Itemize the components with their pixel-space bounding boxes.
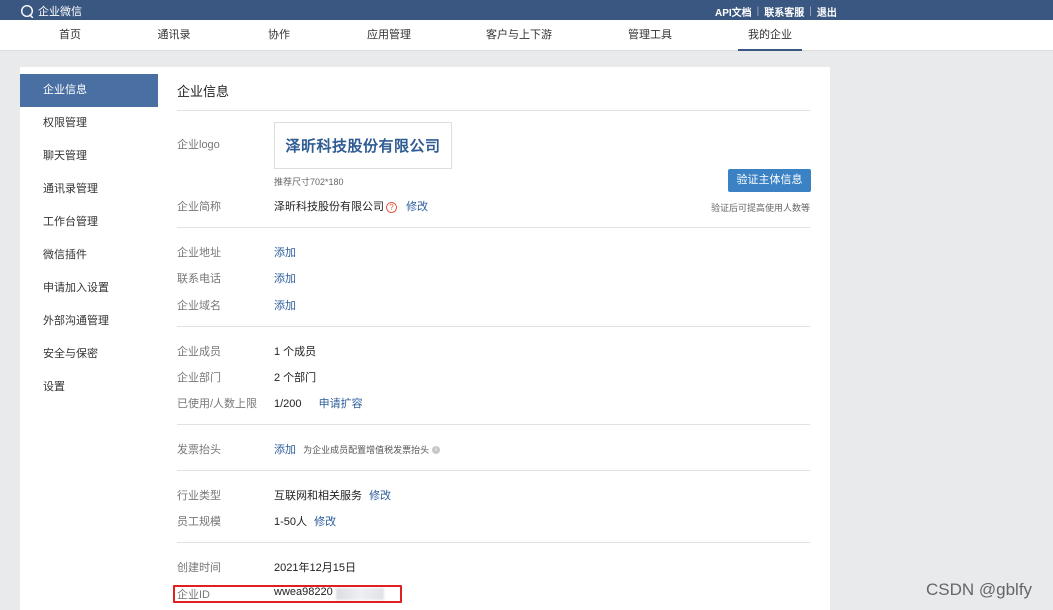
members-value: 1 个成员 bbox=[274, 346, 317, 358]
nav-management-tools[interactable]: 管理工具 bbox=[628, 20, 672, 51]
link-separator: | bbox=[809, 6, 812, 17]
staff-size-edit-link[interactable]: 修改 bbox=[314, 516, 336, 528]
domain-label: 企业域名 bbox=[177, 300, 221, 312]
industry-value: 互联网和相关服务 bbox=[274, 490, 362, 502]
top-bar: 企业微信 API文档 | 联系客服 | 退出 bbox=[0, 0, 1053, 20]
chat-bubble-icon bbox=[21, 4, 34, 18]
api-docs-link[interactable]: API文档 bbox=[715, 4, 752, 19]
address-add-link[interactable]: 添加 bbox=[274, 244, 296, 260]
divider bbox=[177, 326, 810, 327]
company-logo-text: 泽昕科技股份有限公司 bbox=[285, 138, 441, 155]
brand-name: 企业微信 bbox=[38, 6, 82, 18]
invoice-label: 发票抬头 bbox=[177, 444, 221, 456]
domain-add-link[interactable]: 添加 bbox=[274, 297, 296, 313]
address-label: 企业地址 bbox=[177, 247, 221, 259]
phone-add-link[interactable]: 添加 bbox=[274, 270, 296, 286]
help-icon[interactable]: ? bbox=[386, 201, 397, 213]
verify-note: 验证后可提高使用人数等 bbox=[711, 203, 811, 213]
staff-size-row: 1-50人 修改 bbox=[274, 513, 336, 529]
logo-size-hint: 推荐尺寸702*180 bbox=[274, 177, 344, 187]
sidebar-item-external-communication[interactable]: 外部沟通管理 bbox=[20, 305, 158, 338]
sidebar-item-chat-management[interactable]: 聊天管理 bbox=[20, 140, 158, 173]
divider bbox=[177, 424, 810, 425]
invoice-add-link[interactable]: 添加 bbox=[274, 444, 296, 456]
logout-link[interactable]: 退出 bbox=[817, 4, 837, 19]
sidebar-item-workbench-management[interactable]: 工作台管理 bbox=[20, 206, 158, 239]
sidebar-item-wechat-plugin[interactable]: 微信插件 bbox=[20, 239, 158, 272]
sidebar-item-join-request-settings[interactable]: 申请加入设置 bbox=[20, 272, 158, 305]
page-title: 企业信息 bbox=[177, 84, 230, 99]
nav-home[interactable]: 首页 bbox=[58, 20, 82, 51]
short-name-label: 企业简称 bbox=[177, 201, 221, 213]
members-label: 企业成员 bbox=[177, 346, 221, 358]
verify-entity-button[interactable]: 验证主体信息 bbox=[728, 169, 811, 192]
usage-value: 1/200 bbox=[274, 398, 302, 410]
invoice-row: 添加 为企业成员配置增值税发票抬头 i bbox=[274, 441, 441, 457]
nav-my-enterprise[interactable]: 我的企业 bbox=[738, 20, 802, 51]
sidebar-item-permissions[interactable]: 权限管理 bbox=[20, 107, 158, 140]
sidebar-item-security[interactable]: 安全与保密 bbox=[20, 338, 158, 371]
short-name-row: 泽昕科技股份有限公司? 修改 bbox=[274, 198, 428, 214]
departments-value: 2 个部门 bbox=[274, 372, 317, 384]
brand-logo[interactable]: 企业微信 bbox=[20, 3, 82, 19]
apply-expansion-link[interactable]: 申请扩容 bbox=[319, 398, 363, 410]
sidebar-item-enterprise-info[interactable]: 企业信息 bbox=[20, 74, 158, 107]
divider bbox=[177, 227, 810, 228]
phone-label: 联系电话 bbox=[177, 273, 221, 285]
sidebar-item-settings[interactable]: 设置 bbox=[20, 371, 158, 404]
highlight-box bbox=[173, 585, 402, 603]
nav-app-management[interactable]: 应用管理 bbox=[367, 20, 411, 51]
watermark: CSDN @gblfy bbox=[926, 580, 1033, 599]
logo-label: 企业logo bbox=[177, 139, 220, 151]
usage-label: 已使用/人数上限 bbox=[177, 398, 258, 410]
departments-label: 企业部门 bbox=[177, 372, 221, 384]
divider bbox=[177, 470, 810, 471]
short-name-value: 泽昕科技股份有限公司 bbox=[274, 201, 384, 213]
enterprise-info-panel: 企业信息 企业logo 泽昕科技股份有限公司 推荐尺寸702*180 验证主体信… bbox=[158, 67, 830, 610]
top-links: API文档 | 联系客服 | 退出 bbox=[715, 4, 837, 19]
industry-label: 行业类型 bbox=[177, 490, 221, 502]
staff-size-label: 员工规模 bbox=[177, 516, 221, 528]
info-icon[interactable]: i bbox=[432, 446, 441, 455]
short-name-edit-link[interactable]: 修改 bbox=[406, 201, 428, 213]
staff-size-value: 1-50人 bbox=[274, 516, 308, 528]
invoice-note: 为企业成员配置增值税发票抬头 bbox=[303, 445, 430, 455]
nav-contacts[interactable]: 通讯录 bbox=[157, 20, 191, 51]
link-separator: | bbox=[756, 6, 760, 17]
company-logo[interactable]: 泽昕科技股份有限公司 bbox=[274, 122, 452, 169]
industry-edit-link[interactable]: 修改 bbox=[369, 490, 391, 502]
created-label: 创建时间 bbox=[177, 562, 221, 574]
industry-row: 互联网和相关服务 修改 bbox=[274, 487, 391, 503]
sidebar-item-contacts-management[interactable]: 通讯录管理 bbox=[20, 173, 158, 206]
created-value: 2021年12月15日 bbox=[274, 562, 356, 574]
usage-row: 1/200 申请扩容 bbox=[274, 395, 363, 411]
nav-customers-upstream-downstream[interactable]: 客户与上下游 bbox=[486, 20, 552, 51]
nav-collaboration[interactable]: 协作 bbox=[267, 20, 291, 51]
divider bbox=[177, 542, 810, 543]
main-nav: 首页 通讯录 协作 应用管理 客户与上下游 管理工具 我的企业 bbox=[0, 20, 1053, 51]
divider bbox=[177, 110, 810, 111]
contact-support-link[interactable]: 联系客服 bbox=[764, 4, 804, 19]
sidebar: 企业信息 权限管理 聊天管理 通讯录管理 工作台管理 微信插件 申请加入设置 外… bbox=[20, 67, 158, 610]
